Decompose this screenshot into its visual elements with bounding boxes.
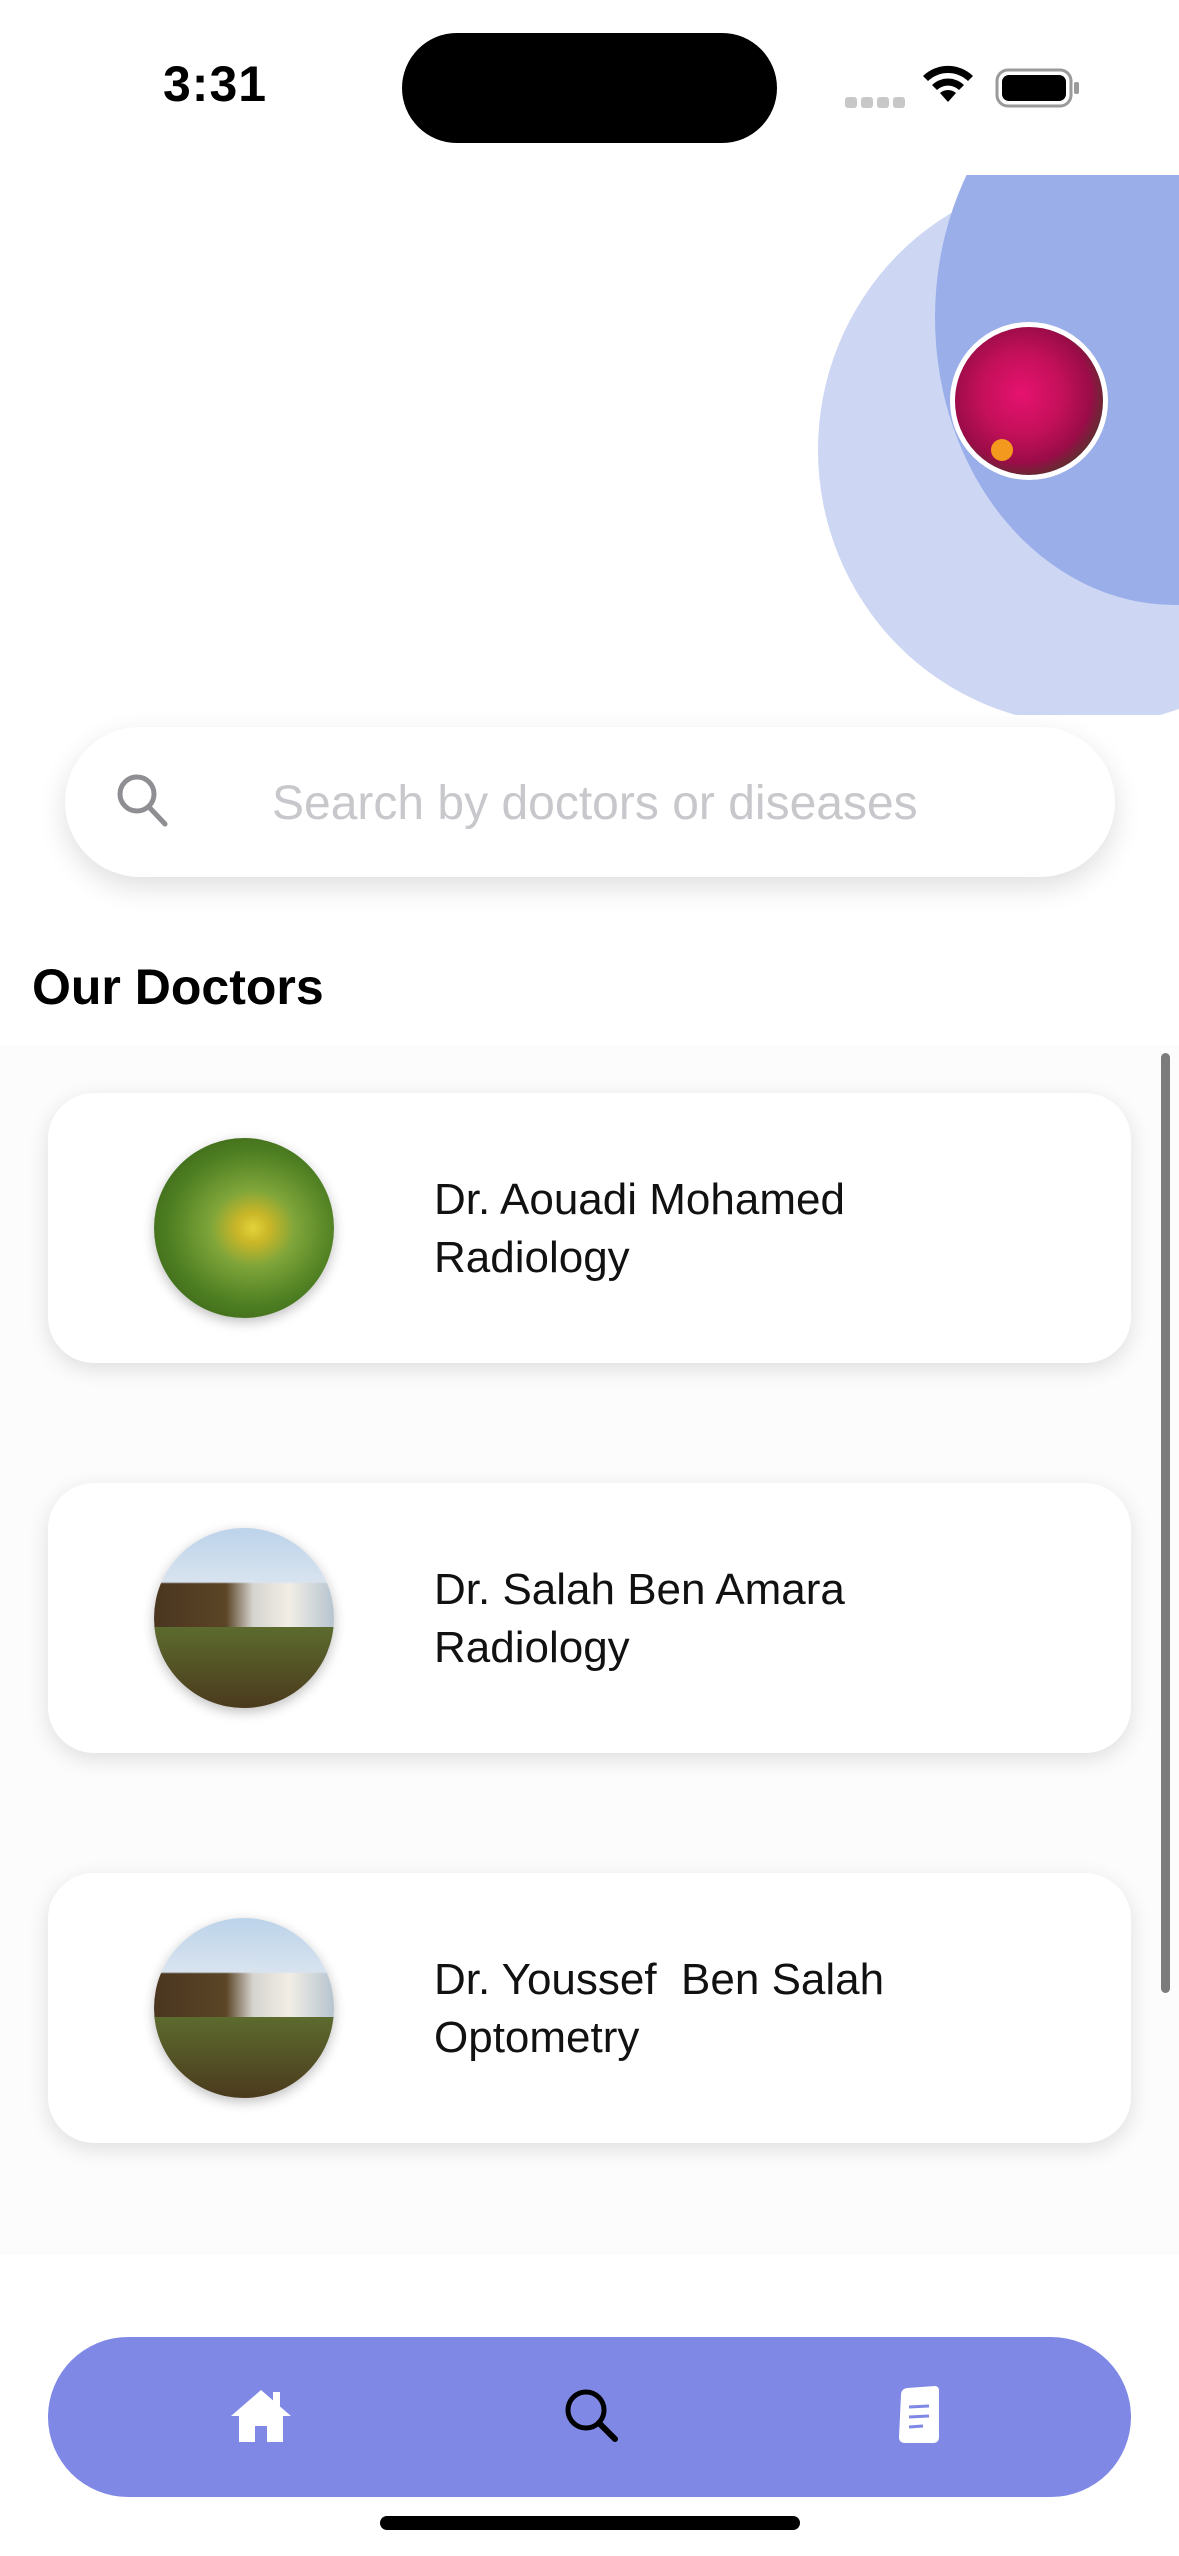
cellular-signal-icon [845, 95, 909, 113]
search-bar[interactable] [65, 727, 1115, 877]
wifi-icon [920, 62, 976, 109]
home-indicator[interactable] [380, 2516, 800, 2530]
document-icon [895, 2385, 943, 2450]
doctor-card[interactable]: Dr. Salah Ben Amara Radiology [48, 1483, 1131, 1753]
search-icon [115, 772, 171, 835]
nav-search-button[interactable] [556, 2382, 626, 2452]
nav-home-button[interactable] [226, 2382, 296, 2452]
search-input[interactable] [270, 769, 1054, 837]
doctor-name: Dr. Aouadi Mohamed [434, 1175, 845, 1224]
doctor-photo [154, 1918, 334, 2098]
doctor-specialty: Optometry [434, 2013, 640, 2062]
status-time: 3:31 [163, 56, 268, 112]
scrollbar[interactable] [1161, 1053, 1170, 1993]
dynamic-island [402, 33, 777, 143]
doctor-name: Dr. Youssef Ben Salah [434, 1955, 885, 2004]
profile-avatar[interactable] [950, 322, 1108, 480]
doctor-specialty: Radiology [434, 1623, 630, 1672]
search-icon [562, 2386, 620, 2449]
battery-icon [995, 68, 1081, 113]
doctor-photo [154, 1138, 334, 1318]
section-title: Our Doctors [32, 959, 324, 1015]
doctor-photo [154, 1528, 334, 1708]
nav-documents-button[interactable] [884, 2382, 954, 2452]
doctor-card[interactable]: Dr. Aouadi Mohamed Radiology [48, 1093, 1131, 1363]
doctor-card[interactable]: Dr. Youssef Ben Salah Optometry [48, 1873, 1131, 2143]
bottom-nav-bar [48, 2337, 1131, 2497]
doctor-specialty: Radiology [434, 1233, 630, 1282]
doctor-name: Dr. Salah Ben Amara [434, 1565, 845, 1614]
home-icon [229, 2386, 293, 2449]
